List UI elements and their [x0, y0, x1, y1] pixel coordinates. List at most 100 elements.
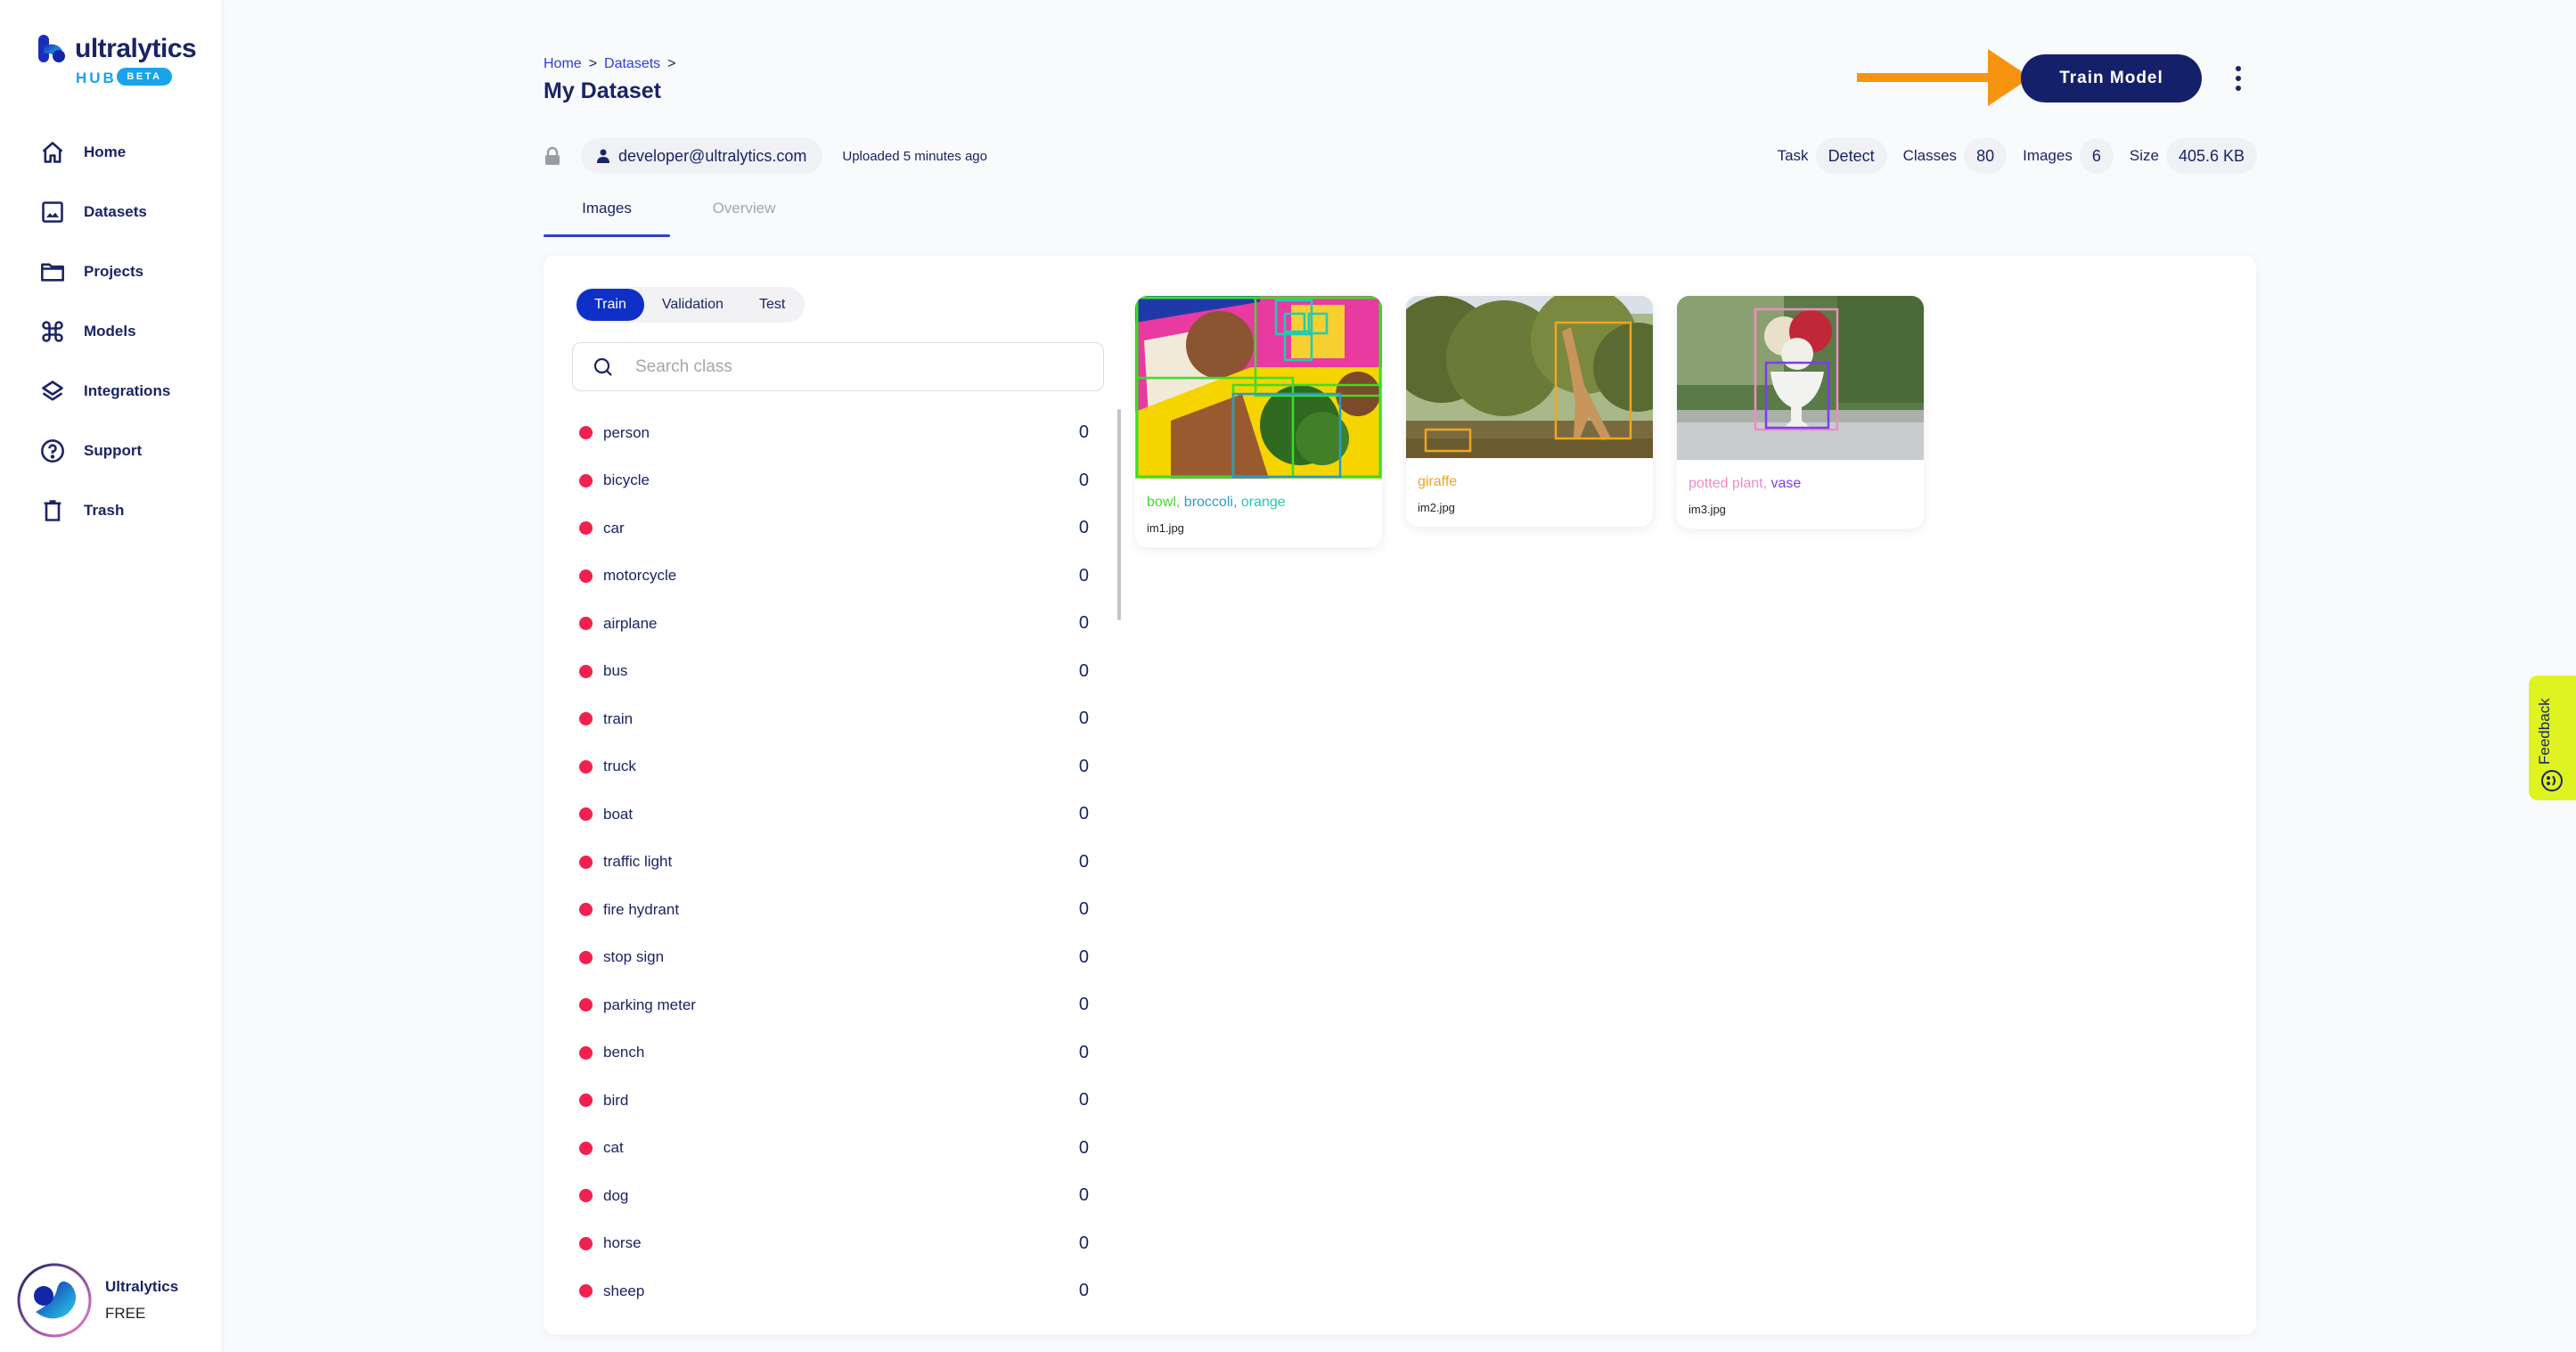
split-validation-button[interactable]: Validation [644, 289, 741, 321]
class-row[interactable]: bench 0 [572, 1029, 1107, 1078]
class-count: 0 [1078, 518, 1089, 538]
class-row[interactable]: car 0 [572, 504, 1107, 553]
class-row[interactable]: person 0 [572, 409, 1107, 457]
class-row[interactable]: parking meter 0 [572, 981, 1107, 1029]
class-row[interactable]: motorcycle 0 [572, 553, 1107, 601]
class-name: fire hydrant [603, 900, 680, 918]
search-class-input[interactable] [635, 356, 1081, 377]
class-row[interactable]: truck 0 [572, 743, 1107, 791]
detected-labels: giraffe [1418, 474, 1642, 490]
class-name: cat [603, 1139, 624, 1157]
class-count: 0 [1078, 709, 1089, 729]
breadcrumb-datasets[interactable]: Datasets [604, 56, 660, 72]
stat-value-classes: 80 [1964, 138, 2008, 174]
class-list-scrollbar[interactable] [1117, 409, 1121, 620]
feedback-button[interactable]: Feedback [2529, 676, 2576, 800]
class-row[interactable]: train 0 [572, 695, 1107, 743]
class-count: 0 [1078, 470, 1089, 490]
label-vase: vase [1770, 476, 1802, 491]
sidebar-item-integrations[interactable]: Integrations [39, 373, 170, 409]
user-account[interactable]: Ultralytics FREE [16, 1260, 212, 1340]
stat-label-task: Task [1777, 147, 1809, 164]
sidebar-item-support[interactable]: Support [39, 433, 142, 469]
class-color-dot [579, 759, 593, 774]
class-color-dot [579, 855, 593, 869]
image-thumbnail [1135, 296, 1382, 479]
class-row[interactable]: bicycle 0 [572, 457, 1107, 505]
sidebar-item-label: Trash [84, 502, 125, 519]
class-count: 0 [1078, 1137, 1089, 1158]
user-name: Ultralytics [105, 1278, 179, 1295]
class-name: car [603, 519, 625, 537]
class-color-dot [579, 1236, 593, 1250]
owner-email: developer@ultralytics.com [618, 146, 807, 165]
layers-icon [39, 378, 66, 405]
sidebar-item-home[interactable]: Home [39, 135, 126, 170]
class-color-dot [579, 998, 593, 1012]
upload-timestamp: Uploaded 5 minutes ago [842, 148, 987, 164]
image-filename: im3.jpg [1689, 503, 1726, 516]
class-row[interactable]: cat 0 [572, 1125, 1107, 1173]
sidebar-item-models[interactable]: Models [39, 314, 136, 349]
owner-chip[interactable]: developer@ultralytics.com [581, 138, 823, 174]
class-row[interactable]: stop sign 0 [572, 934, 1107, 982]
class-row[interactable]: traffic light 0 [572, 839, 1107, 887]
folder-icon [39, 258, 66, 285]
breadcrumb-separator: > [667, 56, 676, 71]
sidebar-item-trash[interactable]: Trash [39, 493, 124, 529]
image-gallery: bowl, broccoli, orange im1.jpg giraffe i… [1135, 296, 1924, 547]
beta-badge: BETA [117, 68, 172, 86]
sidebar-item-label: Support [84, 442, 143, 459]
class-name: person [603, 423, 650, 441]
class-color-dot [579, 1045, 593, 1060]
class-name: boat [603, 805, 634, 823]
stat-value-images: 6 [2079, 138, 2114, 174]
image-card[interactable]: bowl, broccoli, orange im1.jpg [1135, 296, 1382, 547]
tab-overview[interactable]: Overview [681, 193, 807, 237]
train-model-button[interactable]: Train Model [2021, 54, 2202, 102]
class-row[interactable]: bird 0 [572, 1077, 1107, 1125]
search-class-field [572, 342, 1104, 391]
class-row[interactable]: dog 0 [572, 1172, 1107, 1220]
sidebar-item-label: Integrations [84, 382, 171, 399]
ultralytics-logo[interactable]: ultralytics HUB BETA [37, 34, 198, 89]
class-row[interactable]: boat 0 [572, 791, 1107, 839]
sidebar-item-projects[interactable]: Projects [39, 254, 143, 290]
class-name: bicycle [603, 471, 650, 489]
search-icon [593, 357, 612, 376]
image-card[interactable]: potted plant, vase im3.jpg [1677, 296, 1924, 529]
class-row[interactable]: airplane 0 [572, 600, 1107, 648]
split-train-button[interactable]: Train [577, 289, 644, 321]
class-name: airplane [603, 614, 658, 632]
class-count: 0 [1078, 1090, 1089, 1110]
detected-labels: potted plant, vase [1689, 476, 1802, 491]
class-color-dot [579, 664, 593, 678]
class-row[interactable]: bus 0 [572, 648, 1107, 696]
image-card[interactable]: giraffe im2.jpg [1406, 296, 1653, 527]
image-thumbnail [1677, 296, 1924, 460]
class-color-dot [579, 617, 593, 631]
class-name: train [603, 709, 634, 727]
split-test-button[interactable]: Test [741, 289, 803, 321]
class-count: 0 [1078, 1281, 1089, 1301]
images-panel: Train Validation Test person0bicycle0car… [544, 256, 2256, 1334]
dataset-stats: Task Detect Classes 80 Images 6 Size 405… [1778, 138, 2257, 174]
sidebar-item-datasets[interactable]: Datasets [39, 194, 147, 230]
stat-label-images: Images [2023, 147, 2073, 164]
lock-icon [545, 146, 560, 165]
arrow-annotation-icon [1857, 49, 2031, 106]
brand-name: ultralytics [75, 34, 197, 63]
breadcrumb-home[interactable]: Home [544, 56, 582, 72]
sidebar-item-label: Models [84, 323, 136, 340]
class-count: 0 [1078, 660, 1089, 681]
class-color-dot [579, 903, 593, 917]
label-broccoli: broccoli [1183, 495, 1233, 510]
more-options-icon[interactable] [2228, 62, 2249, 94]
tab-images[interactable]: Images [544, 193, 670, 237]
class-row[interactable]: sheep 0 [572, 1267, 1107, 1315]
command-icon [39, 318, 66, 345]
class-list: person 0 bicycle 0 car 0 motorcycle 0 airplane 0 b… [572, 409, 1107, 1334]
class-row[interactable]: fire hydrant 0 [572, 886, 1107, 934]
class-row[interactable]: horse 0 [572, 1220, 1107, 1268]
avatar [17, 1263, 92, 1338]
